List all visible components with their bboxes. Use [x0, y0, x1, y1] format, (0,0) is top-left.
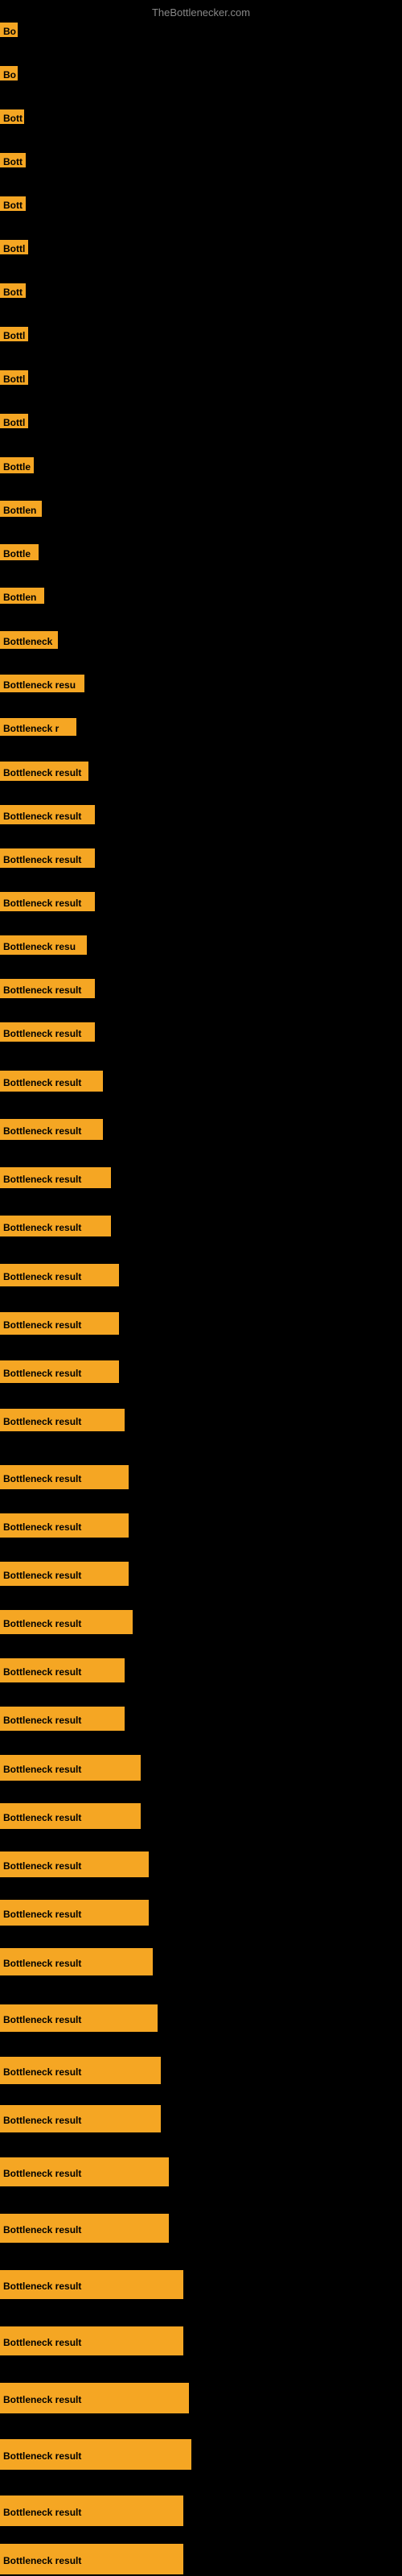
bottleneck-result-item: Bottleneck result: [0, 2383, 189, 2413]
bottleneck-result-item: Bottleneck result: [0, 979, 95, 998]
bottleneck-result-item: Bottleneck result: [0, 1707, 125, 1731]
bottleneck-result-item: Bottleneck result: [0, 1900, 149, 1926]
bottleneck-result-item: Bo: [0, 23, 18, 37]
bottleneck-result-item: Bottleneck: [0, 631, 58, 649]
bottleneck-result-item: Bottleneck result: [0, 2326, 183, 2355]
bottleneck-result-item: Bottleneck resu: [0, 675, 84, 692]
bottleneck-result-item: Bottleneck result: [0, 1071, 103, 1092]
bottleneck-result-item: Bottleneck result: [0, 1562, 129, 1586]
bottleneck-result-item: Bottleneck result: [0, 2004, 158, 2032]
bottleneck-result-item: Bottleneck result: [0, 1948, 153, 1975]
bottleneck-result-item: Bott: [0, 283, 26, 298]
bottleneck-result-item: Bottleneck result: [0, 1465, 129, 1489]
bottleneck-result-item: Bottle: [0, 457, 34, 473]
bottleneck-result-item: Bottleneck result: [0, 1264, 119, 1286]
bottleneck-result-item: Bottleneck result: [0, 2157, 169, 2186]
bottleneck-result-item: Bottlen: [0, 501, 42, 517]
bottleneck-result-item: Bottleneck result: [0, 2105, 161, 2132]
bottleneck-result-item: Bottle: [0, 544, 39, 560]
bottleneck-result-item: Bottleneck result: [0, 762, 88, 781]
bottleneck-result-item: Bottleneck result: [0, 1755, 141, 1781]
bottleneck-result-item: Bottleneck result: [0, 1360, 119, 1383]
bottleneck-result-item: Bottleneck result: [0, 2544, 183, 2574]
bottleneck-result-item: Bottleneck result: [0, 848, 95, 868]
bottleneck-result-item: Bottleneck result: [0, 1312, 119, 1335]
bottleneck-result-item: Bo: [0, 66, 18, 80]
bottleneck-result-item: Bott: [0, 153, 26, 167]
bottleneck-result-item: Bottleneck result: [0, 2057, 161, 2084]
bottleneck-result-item: Bottleneck result: [0, 2496, 183, 2526]
bottleneck-result-item: Bottleneck result: [0, 1610, 133, 1634]
bottleneck-result-item: Bottl: [0, 327, 28, 341]
bottleneck-result-item: Bottleneck result: [0, 1658, 125, 1682]
bottleneck-result-item: Bottleneck result: [0, 2270, 183, 2299]
bottleneck-result-item: Bottleneck result: [0, 1513, 129, 1538]
bottleneck-result-item: Bottleneck r: [0, 718, 76, 736]
bottleneck-result-item: Bottleneck resu: [0, 935, 87, 955]
bottleneck-result-item: Bottl: [0, 414, 28, 428]
bottleneck-result-item: Bottleneck result: [0, 1216, 111, 1236]
bottleneck-result-item: Bottleneck result: [0, 1803, 141, 1829]
site-title: TheBottlenecker.com: [152, 6, 250, 19]
bottleneck-result-item: Bottleneck result: [0, 2214, 169, 2243]
bottleneck-result-item: Bottleneck result: [0, 1022, 95, 1042]
bottleneck-result-item: Bottleneck result: [0, 805, 95, 824]
bottleneck-result-item: Bottl: [0, 240, 28, 254]
bottleneck-result-item: Bottleneck result: [0, 1852, 149, 1877]
bottleneck-result-item: Bottleneck result: [0, 1167, 111, 1188]
bottleneck-result-item: Bottleneck result: [0, 2439, 191, 2470]
bottleneck-result-item: Bottleneck result: [0, 1119, 103, 1140]
bottleneck-result-item: Bottleneck result: [0, 892, 95, 911]
bottleneck-result-item: Bottl: [0, 370, 28, 385]
bottleneck-result-item: Bott: [0, 196, 26, 211]
bottleneck-result-item: Bott: [0, 109, 24, 124]
bottleneck-result-item: Bottlen: [0, 588, 44, 604]
bottleneck-result-item: Bottleneck result: [0, 1409, 125, 1431]
